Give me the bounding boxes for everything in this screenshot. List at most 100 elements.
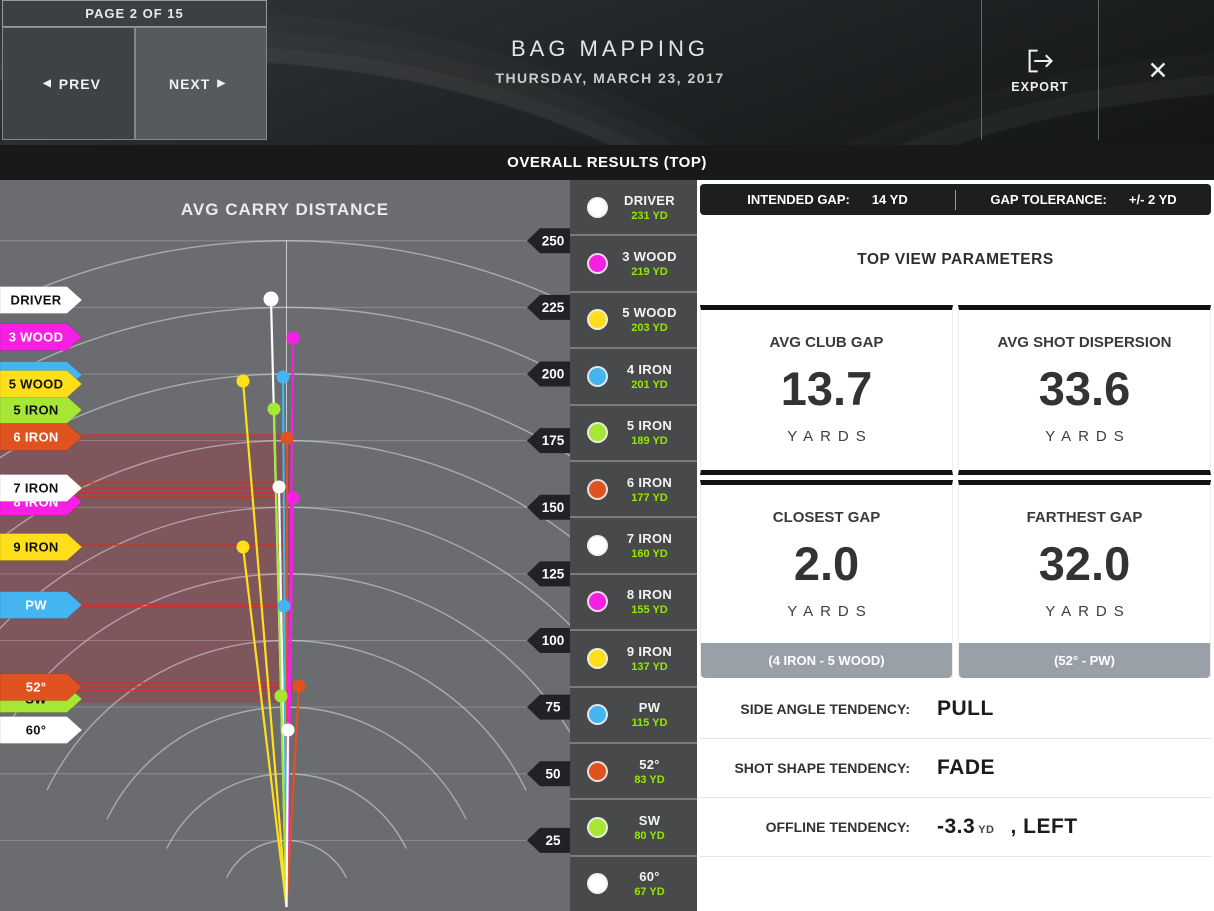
club-carry-distance: 177 YD <box>608 492 691 504</box>
tendency-value: PULL <box>937 697 994 721</box>
club-flag-label: 5 WOOD <box>9 377 64 392</box>
distance-tag-label: 50 <box>545 766 560 781</box>
tendency-unit: YD <box>978 824 994 836</box>
carry-dot <box>264 292 279 307</box>
carry-dot <box>273 481 286 494</box>
carry-dot <box>277 371 290 384</box>
metric-value: 32.0 <box>959 540 1210 587</box>
carry-dot <box>237 541 250 554</box>
next-button[interactable]: NEXT ▶ <box>135 27 267 140</box>
club-name: 6 IRON <box>608 475 691 490</box>
page-indicator: PAGE 2 OF 15 <box>2 0 267 27</box>
metric-footer: (52° - PW) <box>959 643 1210 678</box>
club-color-dot-icon <box>587 366 608 387</box>
club-carry-distance: 203 YD <box>608 322 691 334</box>
club-carry-distance: 83 YD <box>608 774 691 786</box>
club-carry-distance: 115 YD <box>608 717 691 729</box>
club-list-item: 9 IRON137 YD <box>570 629 697 685</box>
club-color-dot-icon <box>587 761 608 782</box>
gap-settings-bar: INTENDED GAP: 14 YD GAP TOLERANCE: +/- 2… <box>700 184 1211 215</box>
club-flag-label: 7 IRON <box>13 481 58 496</box>
club-list-item: DRIVER231 YD <box>570 180 697 234</box>
club-flag-label: 52° <box>26 680 47 695</box>
club-list-item: 4 IRON201 YD <box>570 347 697 403</box>
club-color-dot-icon <box>587 197 608 218</box>
metric-unit: YARDS <box>701 603 952 620</box>
club-name: 8 IRON <box>608 587 691 602</box>
metric-title: AVG CLUB GAP <box>701 334 952 351</box>
distance-tag-label: 250 <box>542 233 565 248</box>
club-name: 7 IRON <box>608 531 691 546</box>
club-name: DRIVER <box>608 193 691 208</box>
prev-arrow-icon: ◀ <box>43 78 52 89</box>
header-divider <box>1098 0 1099 140</box>
club-color-dot-icon <box>587 479 608 500</box>
club-flag-label: 9 IRON <box>13 540 58 555</box>
club-list-item: 5 IRON189 YD <box>570 404 697 460</box>
club-name: PW <box>608 700 691 715</box>
club-flag-label: 3 WOOD <box>9 330 64 345</box>
tendency-value: -3.3 <box>937 815 975 839</box>
club-carry-distance: 67 YD <box>608 886 691 898</box>
chart-canvas: 4 IRON8 IRONSW60°DRIVER3 WOOD5 IRON6 IRO… <box>0 180 570 911</box>
header: PAGE 2 OF 15 ◀ PREV NEXT ▶ BAG MAPPING T… <box>0 0 1214 145</box>
metric-card-avg-club-gap: AVG CLUB GAP 13.7 YARDS <box>700 305 953 475</box>
tendency-suffix: , LEFT <box>1010 815 1077 839</box>
club-list-item: 7 IRON 160 YD <box>570 516 697 572</box>
club-color-dot-icon <box>587 591 608 612</box>
prev-label: PREV <box>59 76 101 92</box>
club-flag-label: PW <box>25 598 47 613</box>
club-flag-label: 60° <box>26 723 47 738</box>
club-list-item: 52° 83 YD <box>570 742 697 798</box>
shot-shape-tendency-row: SHOT SHAPE TENDENCY: FADE <box>700 739 1211 798</box>
club-name: 52° <box>608 757 691 772</box>
club-carry-distance: 155 YD <box>608 604 691 616</box>
metric-card-farthest-gap: FARTHEST GAP 32.0 YARDS (52° - PW) <box>958 480 1211 678</box>
club-color-dot-icon <box>587 873 608 894</box>
bag-mapping-report: PAGE 2 OF 15 ◀ PREV NEXT ▶ BAG MAPPING T… <box>0 0 1214 911</box>
carry-dot <box>282 724 295 737</box>
club-name: SW <box>608 813 691 828</box>
prev-button[interactable]: ◀ PREV <box>2 27 135 140</box>
chart-title: AVG CARRY DISTANCE <box>0 200 570 220</box>
metric-unit: YARDS <box>959 428 1210 445</box>
club-color-dot-icon <box>587 309 608 330</box>
page-title: BAG MAPPING <box>297 36 923 62</box>
club-flag-label: 6 IRON <box>13 430 58 445</box>
export-button[interactable]: EXPORT <box>999 48 1081 94</box>
club-color-dot-icon <box>587 817 608 838</box>
club-name: 9 IRON <box>608 644 691 659</box>
club-list-item: SW80 YD <box>570 798 697 854</box>
metric-value: 13.7 <box>701 365 952 412</box>
intended-gap-label: INTENDED GAP: <box>747 192 850 207</box>
club-list-item: 5 WOOD 203 YD <box>570 291 697 347</box>
club-carry-distance: 201 YD <box>608 379 691 391</box>
carry-dot <box>293 680 306 693</box>
intended-gap-value: 14 YD <box>872 192 908 207</box>
metric-unit: YARDS <box>959 603 1210 620</box>
club-color-dot-icon <box>587 648 608 669</box>
tendency-section: SIDE ANGLE TENDENCY: PULL SHOT SHAPE TEN… <box>700 680 1211 857</box>
club-carry-distance: 189 YD <box>608 435 691 447</box>
gap-tolerance-label: GAP TOLERANCE: <box>990 192 1107 207</box>
club-carry-distance: 160 YD <box>608 548 691 560</box>
next-label: NEXT <box>169 76 210 92</box>
carry-dot <box>287 492 300 505</box>
tendency-label: OFFLINE TENDENCY: <box>700 819 910 835</box>
distance-tag-label: 75 <box>545 700 561 715</box>
club-list-item: 60°67 YD <box>570 855 697 911</box>
export-icon <box>1025 48 1055 74</box>
offline-tendency-row: OFFLINE TENDENCY: -3.3 YD , LEFT <box>700 798 1211 857</box>
club-list-item: PW 115 YD <box>570 686 697 742</box>
club-flag-label: DRIVER <box>11 293 62 308</box>
carry-distance-chart: AVG CARRY DISTANCE 4 IRON8 IRONSW60°DRIV… <box>0 180 570 911</box>
carry-dot <box>281 432 294 445</box>
metric-card-avg-shot-dispersion: AVG SHOT DISPERSION 33.6 YARDS <box>958 305 1211 475</box>
club-name: 5 WOOD <box>608 305 691 320</box>
carry-dot <box>268 403 281 416</box>
panel-title: TOP VIEW PARAMETERS <box>700 215 1211 305</box>
close-button[interactable]: ✕ <box>1136 52 1180 92</box>
metric-title: AVG SHOT DISPERSION <box>959 334 1210 351</box>
next-arrow-icon: ▶ <box>217 78 226 89</box>
carry-dot <box>275 690 288 703</box>
